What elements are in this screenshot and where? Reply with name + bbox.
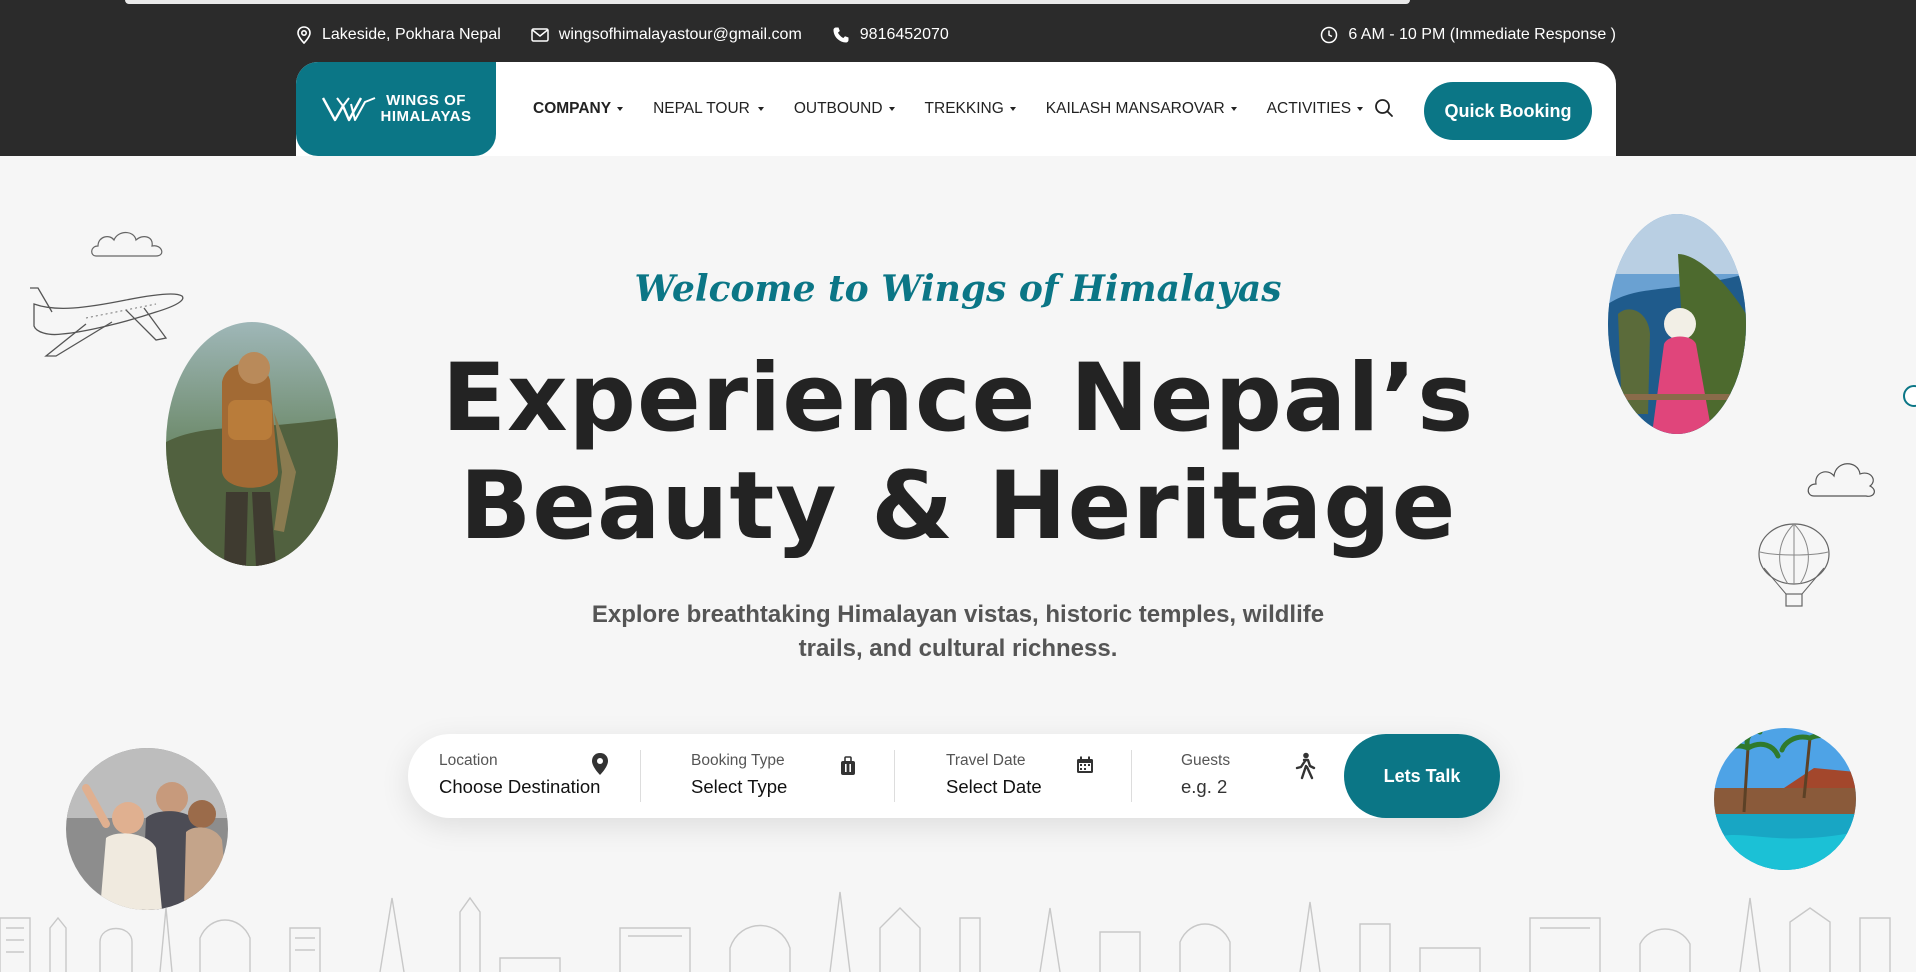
hours-info: 6 AM - 10 PM (Immediate Response ) [1320,26,1616,44]
nav-item-outbound[interactable]: OUTBOUND [794,100,895,118]
phone-info[interactable]: 9816452070 [832,26,949,44]
nav-label: COMPANY [533,100,612,117]
resort-pool-illustration [1714,728,1856,870]
landmarks-skyline-doodle [0,891,1891,972]
scroll-thumb[interactable] [125,0,1410,4]
quick-booking-button[interactable]: Quick Booking [1424,82,1592,140]
booking-type-field[interactable]: Booking Type Select Type [691,734,891,818]
logo[interactable]: WINGS OF HIMALAYAS [296,62,496,156]
clock-icon [1321,26,1338,44]
nav-label: NEPAL TOUR [653,100,750,117]
nav-item-activities[interactable]: ACTIVITIES [1266,100,1364,118]
main-nav: COMPANY NEPAL TOUR OUTBOUND TREKKING KAI… [533,62,1393,156]
phone-icon [833,27,849,43]
booking-type-select[interactable]: Select Type [691,776,891,798]
caret-down-icon [1009,107,1016,111]
field-divider [640,750,641,802]
cloud-doodle-icon [91,231,163,257]
logo-text: WINGS OF HIMALAYAS [381,93,472,125]
travel-date-picker[interactable]: Select Date [946,776,1126,798]
hero-subtitle-line-2: trails, and cultural richness. [798,635,1118,662]
caret-down-icon [617,107,624,111]
navbar: WINGS OF HIMALAYAS COMPANY NEPAL TOUR OU… [296,62,1616,156]
lets-talk-button[interactable]: Lets Talk [1344,734,1500,818]
contact-info-bar: Lakeside, Pokhara Nepal wingsofhimalayas… [296,22,1616,48]
nav-item-nepal-tour[interactable]: NEPAL TOUR [653,100,764,118]
family-travel-photo [66,748,228,910]
hero-subtitle-line-1: Explore breathtaking Himalayan vistas, h… [591,601,1325,628]
location-info: Lakeside, Pokhara Nepal [296,26,501,44]
browser-scroll-strip [0,0,1916,8]
caret-down-icon [1230,107,1237,111]
nav-item-kailash-mansarovar[interactable]: KAILASH MANSAROVAR [1046,100,1237,118]
hero-title-line-1: Experience Nepal’s [441,344,1475,453]
nav-item-trekking[interactable]: TREKKING [925,100,1016,118]
logo-line-1: WINGS OF [386,92,466,109]
location-field[interactable]: Location Choose Destination [439,734,639,818]
hours-text: 6 AM - 10 PM (Immediate Response ) [1348,26,1616,43]
email-text[interactable]: wingsofhimalayastour@gmail.com [559,26,802,44]
booking-search-form: Location Choose Destination Booking Type… [408,734,1500,818]
guests-field[interactable]: Guests e.g. 2 [1181,734,1331,818]
travel-date-label: Travel Date [946,752,1026,769]
nav-item-company[interactable]: COMPANY [533,100,624,118]
map-pin-icon [592,753,608,775]
location-select[interactable]: Choose Destination [439,776,639,798]
nav-label: KAILASH MANSAROVAR [1045,100,1225,117]
field-divider [894,750,895,802]
logo-line-2: HIMALAYAS [380,108,472,125]
calendar-icon [1077,756,1093,773]
resort-pool-photo [1714,728,1856,870]
wings-logo-icon [321,97,375,122]
booking-type-label: Booking Type [691,752,785,769]
map-pin-icon [297,26,311,44]
field-divider [1131,750,1132,802]
hero-title-line-2: Beauty & Heritage [459,452,1457,561]
caret-down-icon [888,107,895,111]
email-info[interactable]: wingsofhimalayastour@gmail.com [531,26,802,44]
luggage-icon [841,756,855,775]
caret-down-icon [757,107,764,111]
hero-title: Experience Nepal’s Beauty & Heritage [0,345,1916,561]
hero-subtitle: Explore breathtaking Himalayan vistas, h… [0,598,1916,666]
welcome-tagline: Welcome to Wings of Himalayas [634,268,1282,310]
walking-person-icon [1295,752,1316,780]
caret-down-icon [1357,107,1364,111]
search-button[interactable] [1374,98,1396,120]
nav-label: TREKKING [924,100,1004,117]
nav-label: OUTBOUND [793,100,883,117]
nav-label: ACTIVITIES [1266,100,1352,117]
mail-icon [531,28,549,42]
location-text: Lakeside, Pokhara Nepal [322,26,501,43]
search-icon [1375,99,1393,117]
family-travel-illustration [66,748,228,910]
travel-date-field[interactable]: Travel Date Select Date [946,734,1126,818]
phone-text[interactable]: 9816452070 [860,26,949,44]
